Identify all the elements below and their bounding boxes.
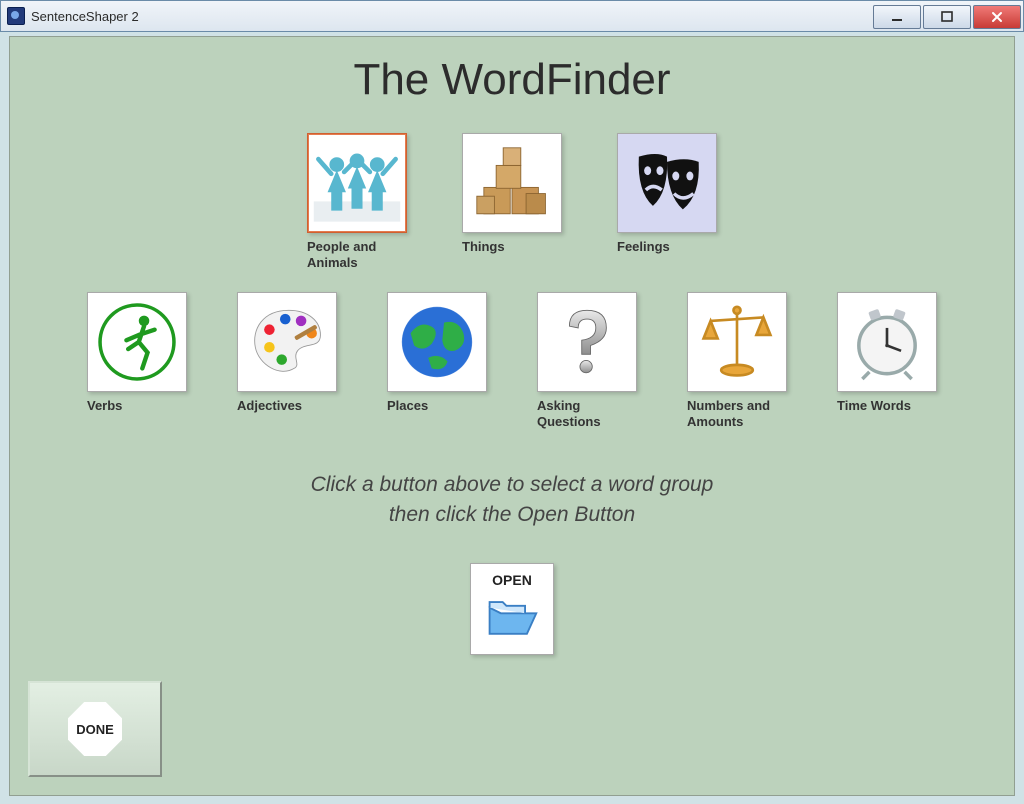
category-time-words[interactable]: Time Words — [837, 292, 937, 431]
category-label: Feelings — [617, 239, 717, 255]
verbs-tile — [87, 292, 187, 392]
done-button[interactable]: DONE — [28, 681, 162, 777]
time-tile — [837, 292, 937, 392]
category-asking-questions[interactable]: Asking Questions — [537, 292, 637, 431]
category-row-2: Verbs Adjectives — [87, 292, 937, 431]
category-adjectives[interactable]: Adjectives — [237, 292, 337, 431]
page-title: The WordFinder — [10, 55, 1014, 105]
window-title: SentenceShaper 2 — [31, 9, 139, 24]
category-places[interactable]: Places — [387, 292, 487, 431]
window-controls — [873, 3, 1023, 29]
category-label: Places — [387, 398, 487, 414]
category-label: Time Words — [837, 398, 937, 414]
app-icon — [7, 7, 25, 25]
adjectives-tile — [237, 292, 337, 392]
feelings-tile — [617, 133, 717, 233]
masks-icon — [623, 139, 711, 227]
category-label: Numbers and Amounts — [687, 398, 787, 431]
minimize-icon — [891, 11, 903, 23]
instructions: Click a button above to select a word gr… — [10, 470, 1014, 531]
category-label: Things — [462, 239, 562, 255]
category-verbs[interactable]: Verbs — [87, 292, 187, 431]
category-things[interactable]: Things — [462, 133, 562, 272]
category-people-animals[interactable]: People and Animals — [307, 133, 407, 272]
minimize-button[interactable] — [873, 5, 921, 29]
instruction-line-1: Click a button above to select a word gr… — [10, 470, 1014, 500]
category-numbers-amounts[interactable]: Numbers and Amounts — [687, 292, 787, 431]
category-label: People and Animals — [307, 239, 407, 272]
client-area: The WordFinder — [9, 36, 1015, 796]
open-button[interactable]: OPEN — [470, 563, 554, 655]
category-label: Adjectives — [237, 398, 337, 414]
numbers-tile — [687, 292, 787, 392]
app-window: SentenceShaper 2 The WordFinder — [0, 0, 1024, 804]
stop-sign-icon: DONE — [68, 702, 122, 756]
close-button[interactable] — [973, 5, 1021, 29]
palette-icon — [243, 298, 331, 386]
open-button-label: OPEN — [492, 572, 532, 588]
clock-icon — [843, 298, 931, 386]
globe-icon — [393, 298, 481, 386]
question-icon — [543, 298, 631, 386]
title-bar: SentenceShaper 2 — [0, 0, 1024, 32]
close-icon — [991, 11, 1003, 23]
boxes-icon — [468, 139, 556, 227]
scales-icon — [693, 298, 781, 386]
things-tile — [462, 133, 562, 233]
runner-icon — [93, 298, 181, 386]
category-grid: People and Animals — [10, 113, 1014, 430]
people-animals-tile — [307, 133, 407, 233]
places-tile — [387, 292, 487, 392]
folder-open-icon — [484, 594, 540, 640]
instruction-line-2: then click the Open Button — [10, 500, 1014, 530]
category-row-1: People and Animals — [307, 133, 717, 272]
maximize-icon — [941, 11, 953, 23]
done-button-label: DONE — [76, 722, 114, 737]
title-bar-left: SentenceShaper 2 — [7, 7, 139, 25]
asking-tile — [537, 292, 637, 392]
category-feelings[interactable]: Feelings — [617, 133, 717, 272]
people-icon — [311, 137, 403, 229]
category-label: Verbs — [87, 398, 187, 414]
maximize-button[interactable] — [923, 5, 971, 29]
category-label: Asking Questions — [537, 398, 637, 431]
